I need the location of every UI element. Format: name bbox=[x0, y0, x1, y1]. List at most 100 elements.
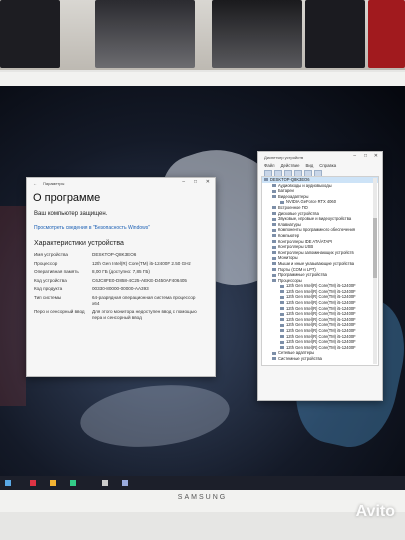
device-label: Встроенное ПО bbox=[278, 204, 308, 210]
device-label: Видеоадаптеры bbox=[278, 193, 309, 199]
start-icon[interactable] bbox=[5, 480, 11, 486]
device-label: 12th Gen Intel(R) Core(TM) i5-12400F bbox=[286, 300, 356, 306]
background-shelf bbox=[0, 0, 405, 70]
spec-row: Код устройства C6JC8FE0-D858-4C25-AEKE-D4… bbox=[34, 278, 215, 284]
page-title: О программе bbox=[33, 192, 101, 204]
device-label: Контроллеры запоминающих устройств bbox=[278, 249, 354, 255]
product-box bbox=[212, 0, 302, 68]
device-label: Мониторы bbox=[278, 255, 298, 261]
spec-key: Код устройства bbox=[34, 277, 67, 283]
wallpaper-shape bbox=[77, 378, 233, 454]
minimize-icon[interactable]: – bbox=[182, 179, 185, 185]
device-icon bbox=[272, 267, 276, 271]
device-label: Компоненты программного обеспечения bbox=[278, 227, 355, 233]
device-label: Системные устройства bbox=[278, 356, 322, 361]
device-label: Процессоры bbox=[278, 277, 302, 283]
device-manager-title: Диспетчер устройств bbox=[264, 154, 304, 160]
device-icon bbox=[280, 335, 284, 339]
spec-key: Перо и сенсорный ввод bbox=[34, 309, 85, 315]
protection-status: Ваш компьютер защищен. bbox=[34, 211, 108, 217]
device-category[interactable]: Системные устройства bbox=[262, 356, 378, 362]
device-icon bbox=[272, 195, 276, 199]
spec-row: Тип системы 64-разрядная операционная сис… bbox=[34, 295, 215, 306]
spec-row: Процессор 12th Gen Intel(R) Core(TM) i5-1… bbox=[34, 261, 215, 267]
device-label: 12th Gen Intel(R) Core(TM) i5-12400F bbox=[286, 333, 356, 339]
device-icon bbox=[272, 184, 276, 188]
device-icon bbox=[280, 290, 284, 294]
device-icon bbox=[280, 301, 284, 305]
back-arrow-icon[interactable]: ← bbox=[33, 181, 37, 186]
spec-key: Имя устройства bbox=[34, 252, 68, 257]
spec-key: Код продукта bbox=[34, 286, 63, 292]
device-icon bbox=[280, 312, 284, 316]
close-icon[interactable]: ✕ bbox=[374, 153, 378, 159]
device-icon bbox=[280, 318, 284, 322]
device-label: Аудиовходы и аудиовыходы bbox=[278, 182, 332, 188]
taskbar-app-icon[interactable] bbox=[50, 480, 56, 486]
taskbar-app-icon[interactable] bbox=[102, 480, 108, 486]
device-icon bbox=[280, 295, 284, 299]
taskbar-app-icon[interactable] bbox=[70, 480, 76, 486]
device-label: 12th Gen Intel(R) Core(TM) i5-12400F bbox=[286, 316, 356, 322]
spec-value: Для этого монитора недоступен ввод с пом… bbox=[92, 309, 197, 320]
menu-bar: Файл Действие Вид Справка bbox=[258, 162, 382, 169]
device-label: Клавиатуры bbox=[278, 221, 301, 227]
spec-key: Процессор bbox=[34, 260, 58, 266]
device-icon bbox=[272, 262, 276, 266]
menu-item[interactable]: Вид bbox=[305, 163, 313, 168]
taskbar-app-icon[interactable] bbox=[30, 480, 36, 486]
device-icon bbox=[280, 284, 284, 288]
device-label: Дисковые устройства bbox=[278, 210, 319, 216]
device-label: 12th Gen Intel(R) Core(TM) i5-12400F bbox=[286, 322, 356, 328]
maximize-icon[interactable]: □ bbox=[364, 153, 367, 159]
device-label: Компьютер bbox=[278, 232, 300, 238]
spec-row: Перо и сенсорный ввод Для этого монитора … bbox=[34, 309, 215, 320]
device-icon bbox=[280, 340, 284, 344]
device-icon bbox=[280, 323, 284, 327]
menu-item[interactable]: Справка bbox=[319, 163, 336, 168]
device-icon bbox=[272, 245, 276, 249]
about-window-title: Параметры bbox=[43, 180, 65, 186]
device-icon bbox=[272, 206, 276, 210]
device-icon bbox=[280, 200, 284, 204]
spec-key: Тип системы bbox=[34, 294, 62, 300]
tree-scrollbar[interactable] bbox=[373, 178, 377, 364]
device-label: 12th Gen Intel(R) Core(TM) i5-12400F bbox=[286, 283, 356, 289]
spec-key: Оперативная память bbox=[34, 269, 79, 275]
device-label: Мыши и иные указывающие устройства bbox=[278, 260, 355, 266]
close-icon[interactable]: ✕ bbox=[206, 179, 210, 185]
product-box bbox=[305, 0, 365, 68]
device-label: NVIDIA GeForce RTX 4060 bbox=[286, 199, 336, 205]
security-link[interactable]: Просмотреть сведения в "Безопасность Win… bbox=[34, 225, 164, 231]
minimize-icon[interactable]: – bbox=[353, 153, 356, 159]
spec-value: 64-разрядная операционная система процес… bbox=[92, 294, 196, 306]
device-label: DESKTOP-Q8K3EO6 bbox=[270, 177, 310, 182]
device-label: 12th Gen Intel(R) Core(TM) i5-12400F bbox=[286, 311, 356, 317]
device-icon bbox=[272, 234, 276, 238]
device-icon bbox=[272, 223, 276, 227]
device-label: Батареи bbox=[278, 188, 294, 194]
device-label: Сетевые адаптеры bbox=[278, 350, 315, 356]
device-icon bbox=[272, 239, 276, 243]
device-icon bbox=[272, 279, 276, 283]
spec-value: DESKTOP-Q8K3EO6 bbox=[92, 252, 137, 257]
menu-item[interactable]: Действие bbox=[281, 163, 300, 168]
product-box bbox=[0, 0, 60, 68]
spec-row: Имя устройства DESKTOP-Q8K3EO6 bbox=[34, 252, 215, 258]
device-icon bbox=[280, 329, 284, 333]
menu-item[interactable]: Файл bbox=[264, 163, 275, 168]
maximize-icon[interactable]: □ bbox=[194, 179, 197, 185]
device-label: 12th Gen Intel(R) Core(TM) i5-12400F bbox=[286, 294, 356, 300]
device-label: 12th Gen Intel(R) Core(TM) i5-12400F bbox=[286, 328, 356, 334]
scrollbar-thumb[interactable] bbox=[373, 218, 377, 278]
device-tree: DESKTOP-Q8K3EO6 Аудиовходы и аудиовыходы Б… bbox=[261, 176, 379, 366]
spec-value: 00330-80000-00000-AA393 bbox=[92, 286, 149, 292]
about-titlebar[interactable]: ← Параметры bbox=[27, 178, 215, 188]
monitor-brand: SAMSUNG bbox=[177, 494, 228, 501]
specs-title: Характеристики устройства bbox=[34, 240, 124, 247]
spec-value: C6JC8FE0-D858-4C25-AEKE-D450AF406405 bbox=[92, 277, 187, 283]
taskbar-app-icon[interactable] bbox=[122, 480, 128, 486]
device-icon bbox=[272, 357, 276, 361]
device-icon bbox=[272, 228, 276, 232]
device-icon bbox=[272, 189, 276, 193]
